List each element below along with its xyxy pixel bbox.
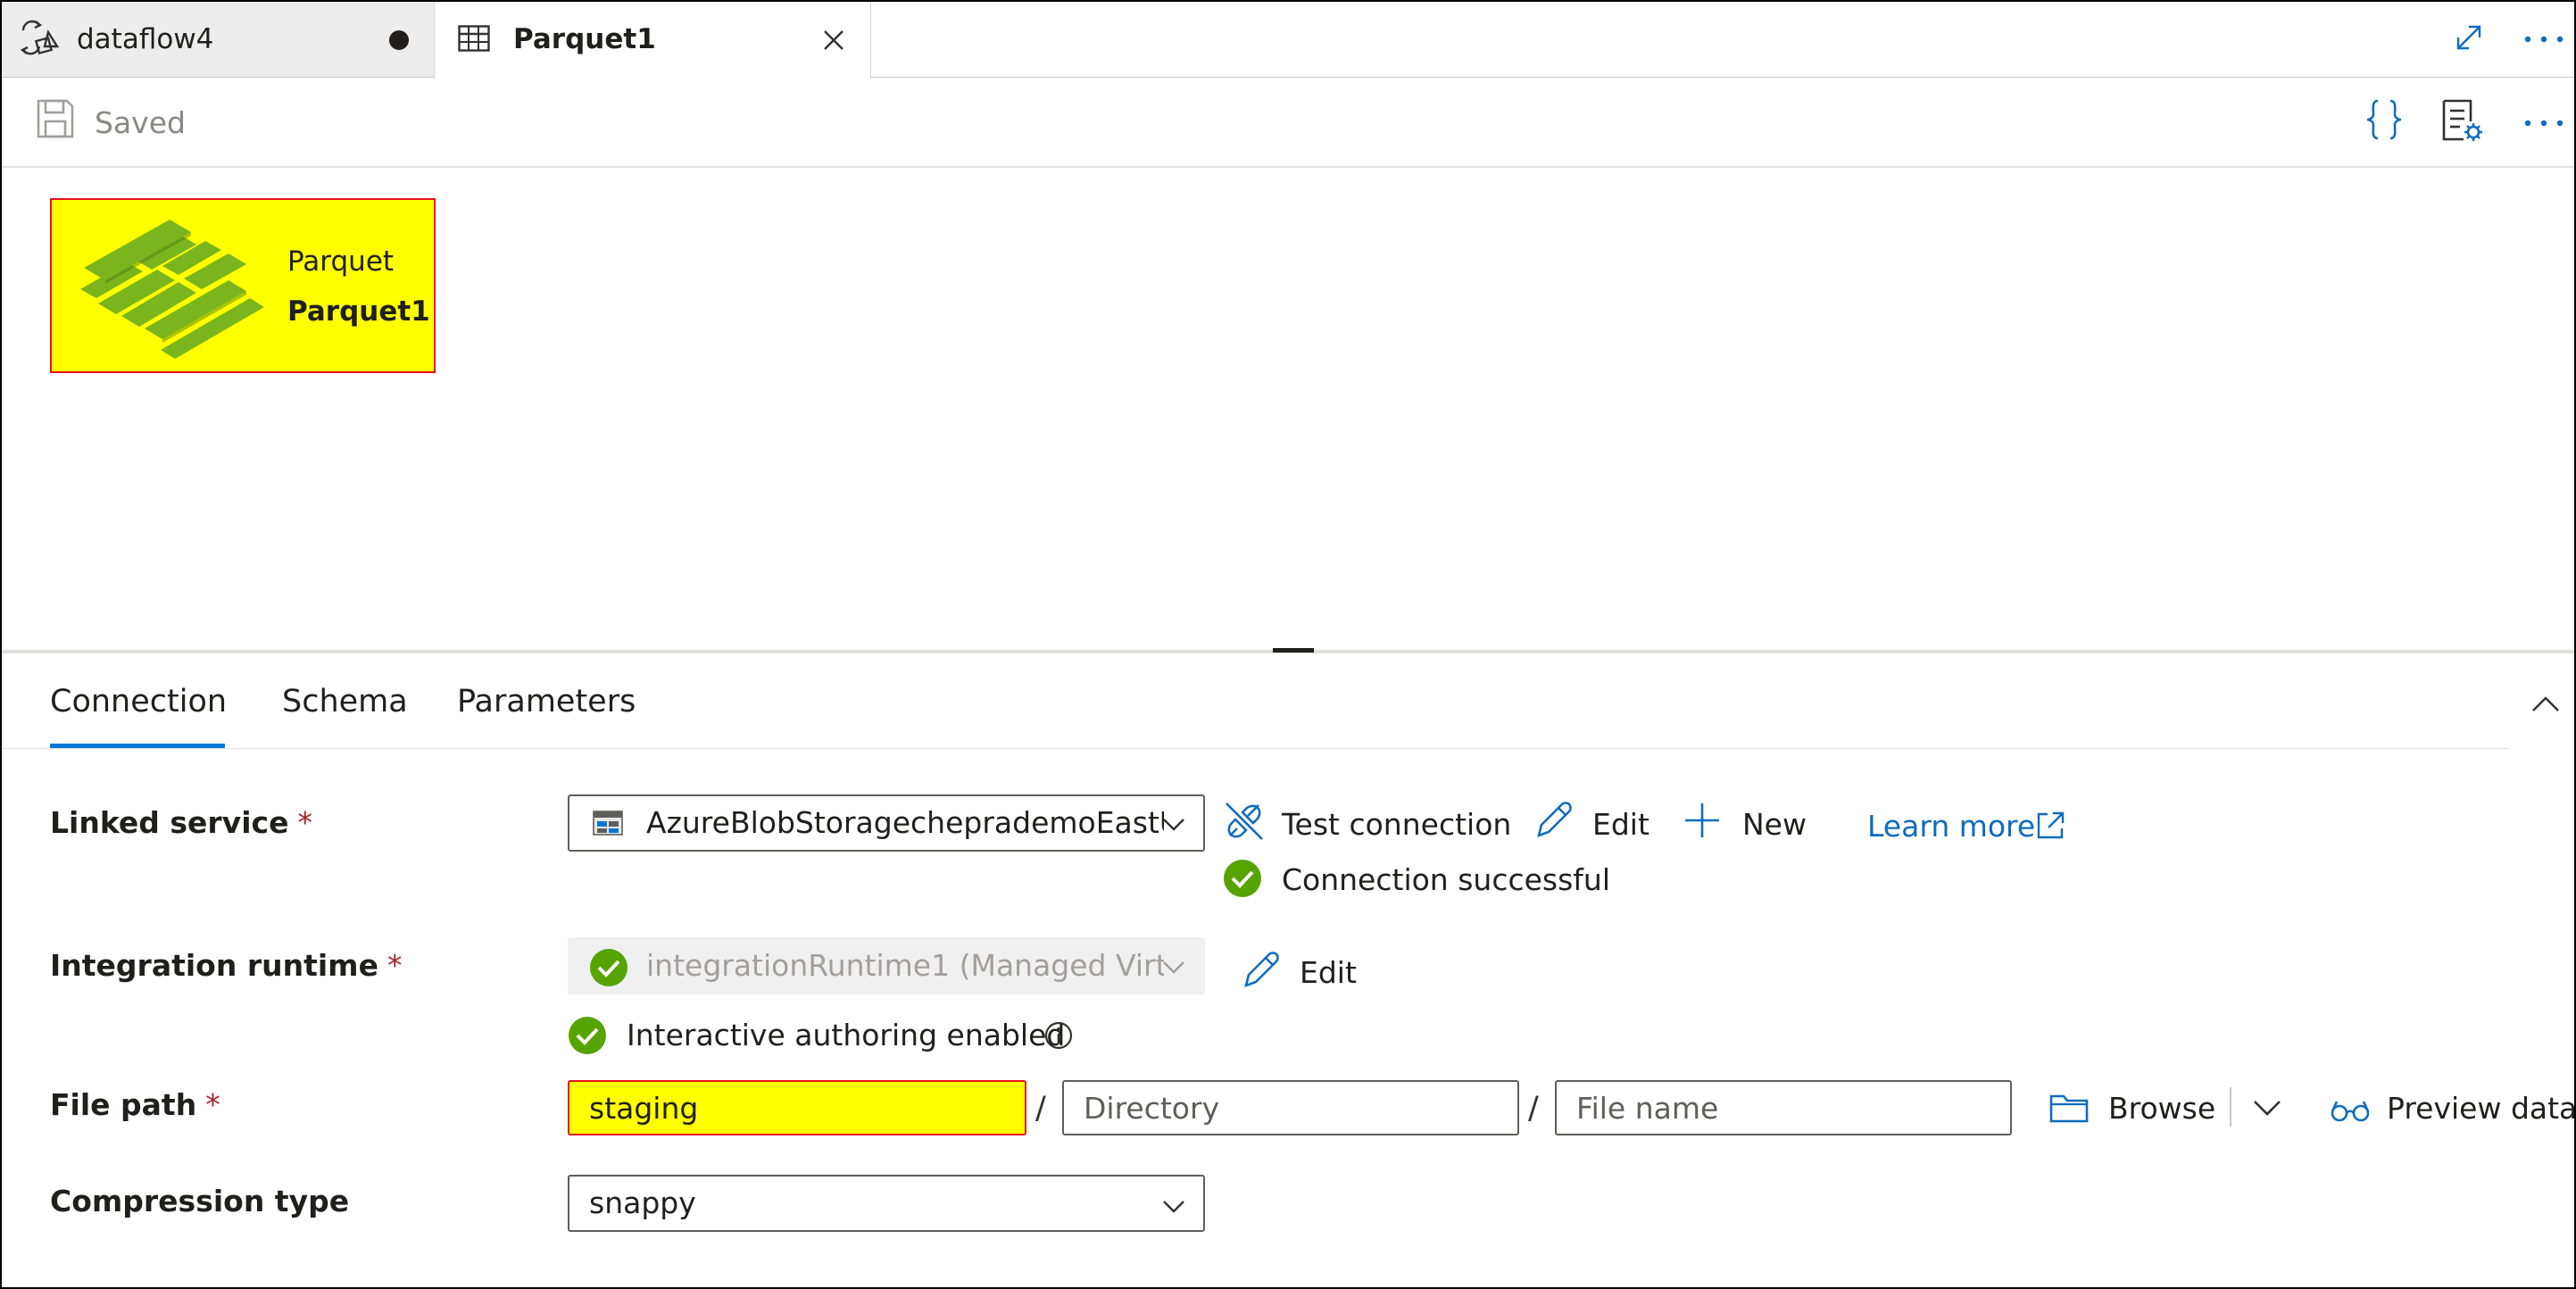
button-divider <box>2230 1087 2231 1127</box>
test-connection-button[interactable]: Test connection <box>1282 807 1511 843</box>
saved-status: Saved <box>95 105 186 140</box>
storage-account-icon <box>593 811 623 836</box>
code-icon[interactable] <box>2365 98 2403 141</box>
linked-service-value: AzureBlobStoragecheprademoEastUs <box>646 805 1164 840</box>
connection-status-text: Connection successful <box>1282 862 1610 897</box>
folder-icon[interactable] <box>2049 1093 2089 1123</box>
file-name-placeholder: File name <box>1576 1091 1719 1126</box>
chevron-down-icon <box>1162 961 1185 975</box>
browse-button[interactable]: Browse <box>2108 1091 2215 1127</box>
info-icon[interactable] <box>1044 1021 1073 1050</box>
save-icon <box>36 98 75 139</box>
app-window: dataflow4 Parquet1 Saved Parquet Parquet… <box>0 0 2576 1289</box>
edit-integration-runtime-button[interactable]: Edit <box>1300 955 1357 991</box>
close-icon[interactable] <box>822 29 845 52</box>
new-linked-service-button[interactable]: New <box>1742 807 1807 843</box>
node-type-label: Parquet <box>287 245 395 278</box>
learn-more-link[interactable]: Learn more <box>1867 809 2035 844</box>
file-path-label: File path * <box>50 1087 220 1122</box>
edit-pencil-icon[interactable] <box>1241 950 1282 991</box>
compression-type-dropdown[interactable]: snappy <box>568 1175 1205 1232</box>
panel-divider <box>2 748 2508 749</box>
success-check-icon <box>568 1016 607 1055</box>
edit-linked-service-button[interactable]: Edit <box>1592 807 1649 843</box>
dataflow-icon <box>18 20 59 59</box>
preview-data-button[interactable]: Preview data <box>2387 1091 2574 1127</box>
tab-connection[interactable]: Connection <box>50 682 227 721</box>
path-separator: / <box>1528 1091 1539 1127</box>
tab-parquet1[interactable]: Parquet1 <box>434 2 871 79</box>
node-name-label: Parquet1 <box>287 295 430 328</box>
properties-icon[interactable] <box>2440 98 2483 143</box>
directory-placeholder: Directory <box>1084 1091 1220 1126</box>
linked-service-label: Linked service * <box>50 805 312 840</box>
unsaved-dot-icon <box>389 30 409 50</box>
tab-label: Parquet1 <box>513 23 656 55</box>
runtime-status-check-icon <box>589 948 628 987</box>
more-options-icon[interactable] <box>2524 120 2564 127</box>
success-check-icon <box>1223 859 1262 898</box>
chevron-down-icon <box>1162 818 1185 832</box>
tab-bar: dataflow4 Parquet1 <box>2 2 2574 79</box>
splitter-grip[interactable] <box>1273 648 1314 653</box>
external-link-icon <box>2035 811 2065 841</box>
integration-runtime-label: Integration runtime * <box>50 948 403 983</box>
tab-parameters[interactable]: Parameters <box>457 682 636 721</box>
preview-glasses-icon[interactable] <box>2330 1098 2371 1123</box>
chevron-down-icon <box>1162 1200 1185 1214</box>
more-options-icon[interactable] <box>2524 36 2564 43</box>
integration-runtime-dropdown[interactable]: integrationRuntime1 (Managed Virtu <box>568 937 1205 994</box>
test-connection-plug-icon[interactable] <box>1223 800 1266 843</box>
container-input[interactable]: staging <box>568 1080 1026 1135</box>
parquet-icon <box>71 211 268 368</box>
tab-dataflow4[interactable]: dataflow4 <box>2 2 434 77</box>
path-separator: / <box>1035 1091 1046 1127</box>
file-name-input[interactable]: File name <box>1555 1080 2012 1135</box>
toolbar: Saved <box>2 77 2574 168</box>
container-value: staging <box>589 1091 699 1126</box>
dataset-node[interactable]: Parquet Parquet1 <box>50 198 436 373</box>
edit-pencil-icon[interactable] <box>1533 800 1575 841</box>
tab-schema[interactable]: Schema <box>282 682 408 721</box>
dataset-canvas: Parquet Parquet1 <box>2 168 2574 650</box>
linked-service-dropdown[interactable]: AzureBlobStoragecheprademoEastUs <box>568 794 1205 852</box>
compression-type-value: snappy <box>589 1185 696 1220</box>
compression-type-label: Compression type <box>50 1184 350 1218</box>
add-icon[interactable] <box>1683 802 1721 839</box>
tab-label: dataflow4 <box>77 23 214 55</box>
chevron-down-icon[interactable] <box>2253 1100 2281 1118</box>
expand-icon[interactable] <box>2455 23 2483 52</box>
interactive-authoring-status: Interactive authoring enabled <box>627 1018 1066 1052</box>
collapse-chevron-up-icon[interactable] <box>2531 694 2560 712</box>
directory-input[interactable]: Directory <box>1062 1080 1519 1135</box>
integration-runtime-value: integrationRuntime1 (Managed Virtu <box>646 948 1164 983</box>
table-icon <box>458 25 490 52</box>
